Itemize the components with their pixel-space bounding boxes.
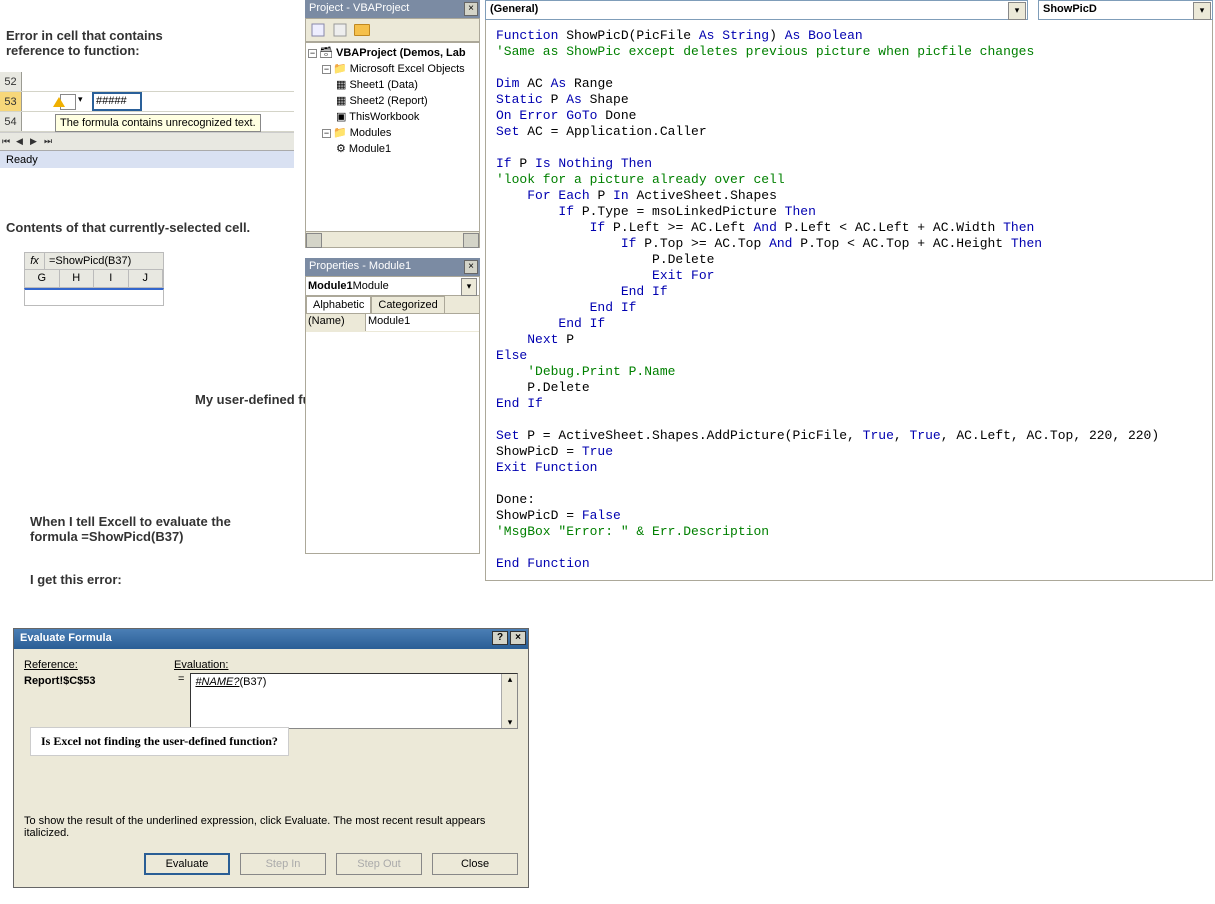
object-selector[interactable]: Module1 Module bbox=[305, 276, 480, 296]
tab-categorized[interactable]: Categorized bbox=[371, 296, 444, 313]
error-tooltip: The formula contains unrecognized text. bbox=[55, 114, 261, 132]
cell-value: ##### bbox=[92, 92, 142, 111]
procedure-dropdown[interactable]: ShowPicD bbox=[1038, 0, 1213, 20]
collapse-icon[interactable]: − bbox=[322, 65, 331, 74]
evaluate-formula-dialog: Evaluate Formula ? × Reference: Evaluati… bbox=[13, 628, 529, 888]
dialog-titlebar: Evaluate Formula ? × bbox=[14, 629, 528, 649]
prop-name-label: (Name) bbox=[306, 314, 366, 331]
nav-last-icon[interactable]: ⏭ bbox=[44, 136, 56, 148]
tree-module1[interactable]: Module1 bbox=[349, 143, 391, 155]
col-header[interactable]: I bbox=[94, 270, 129, 287]
annotation-eval2: I get this error: bbox=[30, 572, 122, 587]
properties-grid: (Name) Module1 bbox=[305, 314, 480, 554]
collapse-icon[interactable]: − bbox=[308, 49, 317, 58]
toggle-folders-icon[interactable] bbox=[352, 20, 372, 40]
expression-rest: (B37) bbox=[239, 676, 266, 688]
sheet-nav: ⏮ ◀ ▶ ⏭ bbox=[0, 132, 294, 150]
close-icon[interactable]: × bbox=[510, 631, 526, 645]
tree-thisworkbook[interactable]: ThisWorkbook bbox=[349, 111, 419, 123]
collapse-icon[interactable]: − bbox=[322, 129, 331, 138]
hint-text: To show the result of the underlined exp… bbox=[24, 815, 518, 839]
project-tree[interactable]: −🗃 VBAProject (Demos, Lab −📁 Microsoft E… bbox=[305, 42, 480, 232]
cell-row[interactable] bbox=[24, 288, 164, 306]
nav-prev-icon[interactable]: ◀ bbox=[16, 136, 28, 148]
code-body[interactable]: Function ShowPicD(PicFile As String) As … bbox=[485, 20, 1213, 581]
col-header[interactable]: G bbox=[25, 270, 60, 287]
status-bar: Ready bbox=[0, 150, 294, 168]
code-editor: (General) ShowPicD Function ShowPicD(Pic… bbox=[485, 0, 1213, 581]
row-header[interactable]: 54 bbox=[0, 112, 22, 131]
prop-name-value[interactable]: Module1 bbox=[366, 314, 479, 331]
fx-icon[interactable]: fx bbox=[25, 253, 45, 269]
reference-label: Reference: bbox=[24, 659, 174, 671]
folder-excel-objects[interactable]: Microsoft Excel Objects bbox=[350, 63, 465, 75]
evaluation-label: Evaluation: bbox=[174, 659, 228, 671]
annotation-contents: Contents of that currently-selected cell… bbox=[6, 220, 250, 235]
close-icon[interactable]: × bbox=[464, 2, 478, 16]
annotation-error: Error in cell that contains reference to… bbox=[6, 28, 206, 58]
dialog-title: Evaluate Formula bbox=[20, 632, 112, 644]
reference-value: Report!$C$53 bbox=[24, 675, 172, 687]
evaluation-box: #NAME?(B37) bbox=[190, 673, 518, 729]
row-header[interactable]: 52 bbox=[0, 72, 22, 91]
user-callout: Is Excel not finding the user-defined fu… bbox=[30, 727, 289, 756]
step-in-button[interactable]: Step In bbox=[240, 853, 326, 875]
tab-alphabetic[interactable]: Alphabetic bbox=[306, 296, 371, 313]
combo-type: Module bbox=[353, 280, 389, 292]
horizontal-scrollbar[interactable] bbox=[305, 232, 480, 248]
close-button[interactable]: Close bbox=[432, 853, 518, 875]
help-icon[interactable]: ? bbox=[492, 631, 508, 645]
error-expression: #NAME? bbox=[195, 676, 239, 688]
evaluate-button[interactable]: Evaluate bbox=[144, 853, 230, 875]
step-out-button[interactable]: Step Out bbox=[336, 853, 422, 875]
excel-error-snippet: 52 53 ▾ ##### 54 The formula contains un… bbox=[0, 72, 294, 168]
folder-modules[interactable]: Modules bbox=[350, 127, 392, 139]
view-object-icon[interactable] bbox=[330, 20, 350, 40]
tree-sheet2[interactable]: Sheet2 (Report) bbox=[349, 95, 427, 107]
properties-panel: Properties - Module1 × Module1 Module Al… bbox=[305, 258, 480, 554]
error-smart-tag-icon[interactable] bbox=[60, 94, 76, 110]
project-root[interactable]: VBAProject (Demos, Lab bbox=[336, 47, 466, 59]
scrollbar[interactable] bbox=[501, 674, 517, 728]
formula-value[interactable]: =ShowPicd(B37) bbox=[45, 253, 135, 269]
smart-tag-dropdown[interactable]: ▾ bbox=[78, 94, 90, 110]
properties-title: Properties - Module1 × bbox=[305, 258, 480, 276]
combo-name: Module1 bbox=[308, 280, 353, 292]
view-code-icon[interactable] bbox=[308, 20, 328, 40]
nav-next-icon[interactable]: ▶ bbox=[30, 136, 42, 148]
col-header[interactable]: H bbox=[60, 270, 95, 287]
object-dropdown[interactable]: (General) bbox=[485, 0, 1028, 20]
equals-sign: = bbox=[178, 673, 184, 685]
selected-cell[interactable]: ▾ ##### bbox=[22, 92, 294, 111]
title-text: Properties - Module1 bbox=[309, 260, 411, 272]
nav-first-icon[interactable]: ⏮ bbox=[2, 136, 14, 148]
title-text: Project - VBAProject bbox=[309, 2, 409, 14]
vba-panels: Project - VBAProject × −🗃 VBAProject (De… bbox=[305, 0, 480, 570]
close-icon[interactable]: × bbox=[464, 260, 478, 274]
project-explorer-title: Project - VBAProject × bbox=[305, 0, 480, 18]
row-header-selected[interactable]: 53 bbox=[0, 92, 22, 111]
annotation-eval1: When I tell Excell to evaluate the formu… bbox=[30, 514, 270, 544]
tree-sheet1[interactable]: Sheet1 (Data) bbox=[349, 79, 417, 91]
col-header[interactable]: J bbox=[129, 270, 164, 287]
cell[interactable] bbox=[22, 72, 294, 91]
formula-bar-snippet: fx =ShowPicd(B37) G H I J bbox=[24, 252, 164, 306]
project-toolbar bbox=[305, 18, 480, 42]
